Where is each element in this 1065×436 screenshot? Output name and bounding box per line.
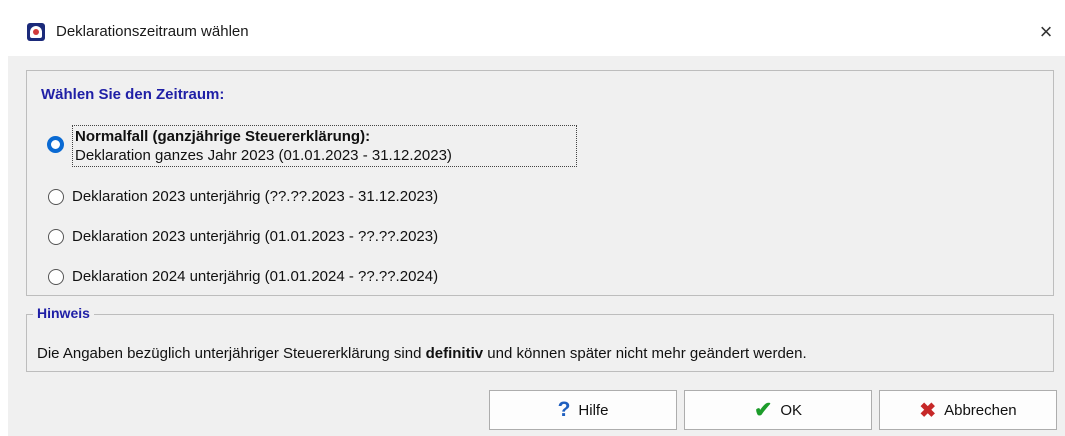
cross-icon: ✖ (919, 399, 937, 422)
hint-text-end: und können später nicht mehr geändert we… (483, 345, 807, 362)
radio-full-year[interactable] (47, 136, 64, 153)
radio-2023-from-unknown[interactable] (48, 189, 64, 205)
radio-2023-to-unknown[interactable] (48, 229, 64, 245)
close-button[interactable]: × (1029, 16, 1063, 48)
hint-legend: Hinweis (33, 305, 94, 321)
hint-text-start: Die Angaben bezüglich unterjähriger Steu… (37, 345, 426, 362)
checkmark-icon: ✔ (753, 397, 773, 422)
cancel-button[interactable]: ✖ Abbrechen (879, 390, 1057, 430)
help-button-label: Hilfe (578, 401, 609, 419)
option-full-year-label: Deklaration ganzes Jahr 2023 (01.01.2023… (75, 147, 452, 164)
option-full-year[interactable]: Normalfall (ganzjährige Steuererklärung)… (72, 125, 577, 167)
dialog-window: Deklarationszeitraum wählen × Wählen Sie… (8, 8, 1065, 436)
option-2023-to-unknown-label[interactable]: Deklaration 2023 unterjährig (01.01.2023… (72, 228, 438, 245)
option-2024-to-unknown-label[interactable]: Deklaration 2024 unterjährig (01.01.2024… (72, 268, 438, 285)
app-logo-icon (27, 23, 45, 41)
hint-text-emphasis: definitiv (425, 345, 484, 362)
option-full-year-title: Normalfall (ganzjährige Steuererklärung)… (75, 128, 371, 145)
hint-text: Die Angaben bezüglich unterjähriger Steu… (37, 345, 807, 362)
cancel-button-label: Abbrechen (944, 401, 1017, 419)
ok-button[interactable]: ✔ OK (684, 390, 872, 430)
help-icon: ? (557, 398, 571, 421)
period-panel: Wählen Sie den Zeitraum: Normalfall (gan… (26, 70, 1054, 296)
help-button[interactable]: ? Hilfe (489, 390, 677, 430)
title-bar: Deklarationszeitraum wählen × (8, 8, 1065, 56)
ok-button-label: OK (780, 401, 803, 419)
dialog-title: Deklarationszeitraum wählen (56, 23, 249, 40)
radio-2024-to-unknown[interactable] (48, 269, 64, 285)
period-heading: Wählen Sie den Zeitraum: (41, 86, 225, 103)
hint-group: Hinweis Die Angaben bezüglich unterjähri… (26, 305, 1054, 372)
option-2023-from-unknown-label[interactable]: Deklaration 2023 unterjährig (??.??.2023… (72, 188, 438, 205)
